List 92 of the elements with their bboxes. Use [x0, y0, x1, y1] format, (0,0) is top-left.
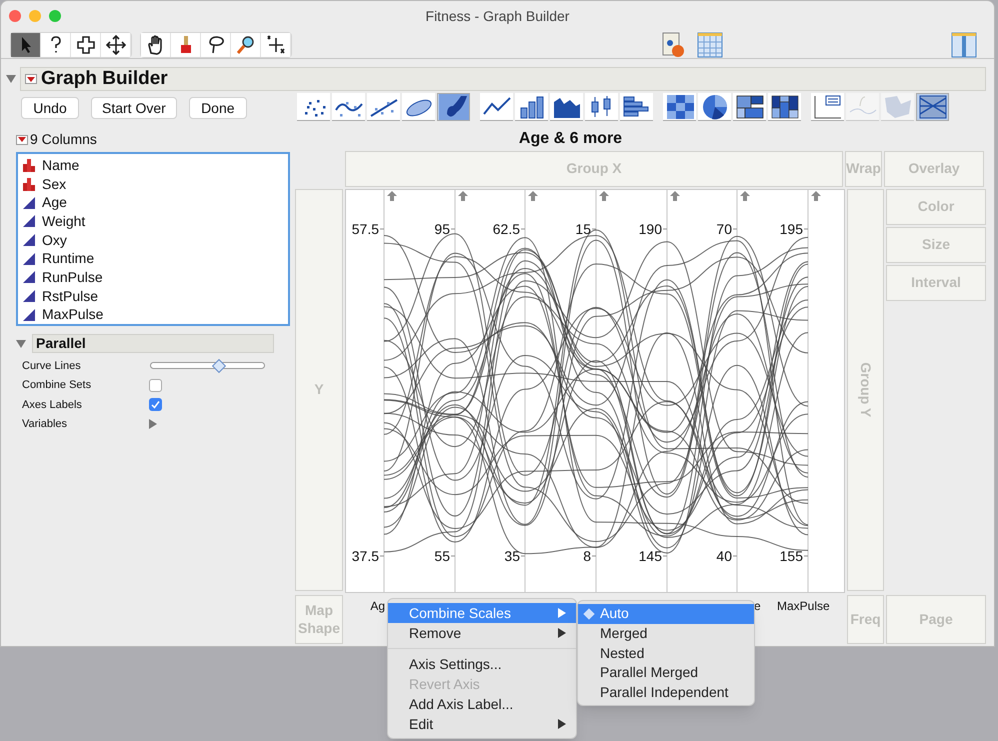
expand-arrow-icon[interactable]	[149, 419, 157, 430]
points-graph-icon[interactable]	[297, 93, 330, 121]
menu-item[interactable]: Nested	[578, 643, 754, 664]
column-layout-icon[interactable]	[951, 32, 977, 58]
smoother-graph-icon[interactable]	[332, 93, 365, 121]
column-item[interactable]: Age	[22, 193, 284, 212]
triangle-icon	[22, 289, 36, 304]
triangle-icon	[22, 214, 36, 228]
axis-tick-label: 70	[716, 221, 732, 237]
menu-item[interactable]: Parallel Independent	[578, 682, 754, 702]
axis-tick-label: 190	[638, 221, 662, 237]
menu-item[interactable]: Edit	[388, 714, 576, 734]
slider[interactable]	[149, 358, 266, 374]
up-arrow-icon[interactable]	[811, 191, 821, 201]
option-label: Curve Lines	[22, 358, 82, 374]
bar-chart-icon	[22, 158, 36, 172]
menu-item[interactable]: Add Axis Label...	[388, 694, 576, 714]
close-button[interactable]	[9, 10, 21, 22]
column-item[interactable]: Weight	[22, 212, 284, 231]
columns-title: 9 Columns	[30, 130, 97, 149]
contour-graph-icon[interactable]	[437, 93, 470, 121]
triangle-icon	[22, 308, 36, 322]
axis-tick-label: 40	[716, 548, 732, 564]
axis-tick-label: 95	[434, 221, 450, 237]
document-script-icon[interactable]	[660, 32, 684, 58]
triangle-icon	[22, 233, 36, 248]
caption-graph-icon[interactable]	[811, 93, 844, 121]
box-graph-icon[interactable]	[585, 93, 618, 121]
triangle-icon	[22, 270, 36, 284]
mosaic-graph-icon[interactable]	[768, 93, 801, 121]
axis-tick-label: 8	[583, 548, 591, 564]
menu-item[interactable]: Parallel Merged	[578, 663, 754, 683]
action-button[interactable]: Start Over	[91, 97, 177, 119]
option-label: Combine Sets	[22, 378, 92, 393]
panel-title: Graph Builder	[41, 66, 168, 91]
column-item[interactable]: Oxy	[22, 230, 284, 250]
menu-item[interactable]: Axis Settings...	[388, 654, 576, 674]
column-item[interactable]: Runtime	[22, 249, 284, 268]
data-table-icon[interactable]	[696, 32, 722, 58]
bar-graph-icon[interactable]	[515, 93, 548, 121]
heatmap-graph-icon[interactable]	[663, 93, 696, 121]
checkbox[interactable]	[149, 378, 162, 392]
action-button[interactable]: Undo	[21, 97, 79, 119]
menu-item[interactable]: Remove	[388, 623, 576, 643]
menu-item[interactable]: Combine Scales	[388, 603, 576, 623]
section-header: Parallel	[32, 334, 274, 353]
arrow-tool-icon[interactable]	[11, 32, 41, 56]
menu-item[interactable]: Merged	[578, 624, 754, 644]
axis-tick-label: 35	[504, 548, 520, 564]
axis-tick-label: 155	[780, 548, 803, 564]
parallel-graph-icon[interactable]	[916, 93, 949, 121]
submenu-arrow-icon	[558, 719, 566, 729]
axis-label[interactable]: Ag	[370, 597, 385, 615]
column-item[interactable]: RunPulse	[22, 268, 284, 287]
area-graph-icon[interactable]	[550, 93, 583, 121]
column-item[interactable]: RstPulse	[22, 286, 284, 306]
column-item[interactable]: MaxPulse	[22, 306, 284, 324]
window-title: Fitness - Graph Builder	[426, 6, 570, 26]
axis-tick-label: 37.5	[352, 548, 379, 564]
line-graph-icon[interactable]	[480, 93, 513, 121]
axis-tick-label: 57.5	[352, 221, 379, 237]
column-item[interactable]: Sex	[22, 174, 284, 194]
option-label: Variables	[22, 417, 68, 432]
option-label: Axes Labels	[22, 398, 83, 412]
axis-tick-label: 55	[434, 548, 450, 564]
graph-title: Age & 6 more	[518, 130, 622, 147]
fit-graph-icon[interactable]	[367, 93, 400, 121]
triangle-icon	[22, 196, 36, 210]
menu-icon[interactable]	[16, 134, 28, 144]
treemap-graph-icon[interactable]	[733, 93, 766, 121]
axis-tick-label: 195	[780, 221, 803, 237]
menu-item[interactable]: Auto	[578, 604, 754, 624]
axis-tick-label: 145	[638, 548, 662, 564]
up-arrow-icon[interactable]	[599, 191, 609, 201]
up-arrow-icon[interactable]	[528, 191, 538, 201]
up-arrow-icon[interactable]	[387, 191, 397, 201]
menu-icon[interactable]	[25, 74, 37, 84]
bar-chart-icon	[22, 177, 36, 192]
column-item[interactable]: Name	[22, 156, 284, 175]
axis-label[interactable]: MaxPulse	[777, 597, 830, 615]
axis-tick-label: 62.5	[492, 221, 520, 237]
action-button[interactable]: Done	[188, 97, 247, 119]
up-arrow-icon[interactable]	[740, 191, 750, 201]
up-arrow-icon[interactable]	[670, 191, 680, 201]
hand-tool-icon[interactable]	[141, 32, 171, 56]
histogram-graph-icon[interactable]	[620, 93, 653, 121]
triangle-icon	[22, 252, 36, 266]
up-arrow-icon[interactable]	[458, 191, 468, 201]
checkbox[interactable]	[149, 398, 162, 412]
ellipse-graph-icon[interactable]	[402, 93, 435, 121]
pie-graph-icon[interactable]	[698, 93, 731, 121]
axis-tick-label: 15	[575, 221, 591, 237]
